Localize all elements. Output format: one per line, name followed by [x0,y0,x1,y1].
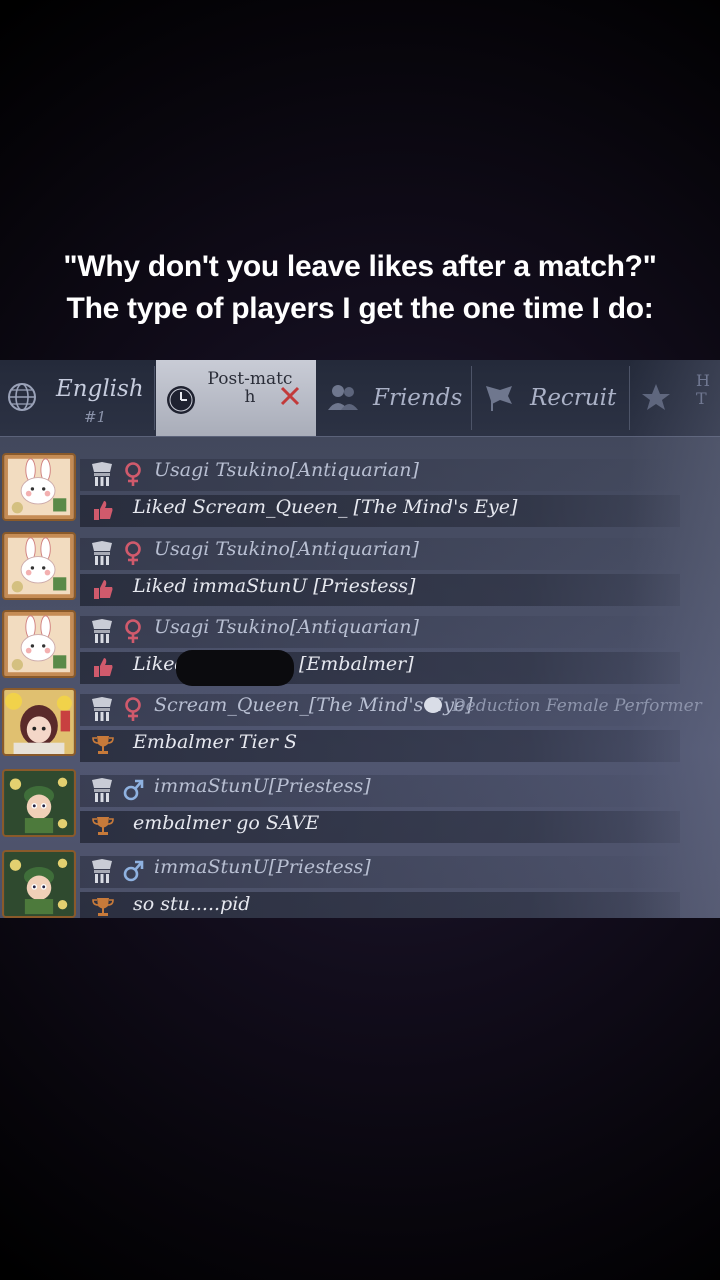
rank-badge-icon [92,859,112,883]
female-icon [125,619,141,643]
tab-english[interactable]: English #1 [0,360,155,436]
close-icon[interactable] [278,384,302,408]
thumbs-up-icon [94,580,113,599]
tab-friends[interactable]: Friends [316,360,472,436]
chat-tab-bar: English #1 Post-matc h Friends Recruit H… [0,360,720,437]
player-avatar-image [4,612,74,676]
trophy-icon [92,898,114,916]
message-text: Embalmer Tier S [133,731,297,753]
message-text: so stu.....pid [133,893,251,915]
female-icon [125,541,141,565]
message-text: Liked Scream_Queen_ [The Mind's Eye] [133,496,518,518]
player-avatar-image [4,534,74,598]
rank-badge-icon [92,541,112,565]
chat-message: Usagi Tsukino[Antiquarian] Liked [Embalmer… [0,604,720,686]
tab-divider [154,366,155,430]
tab-friends-label: Friends [373,385,463,411]
tab-recruit-label: Recruit [530,385,617,411]
tag-chip-icon [424,697,442,713]
trophy-icon [92,736,114,754]
thumbs-up-icon [94,501,113,520]
thumbs-up-icon [94,658,113,677]
rank-badge-icon [92,619,112,643]
player-avatar[interactable] [2,769,76,837]
rank-badge-icon [92,462,112,486]
game-chat-screenshot: English #1 Post-matc h Friends Recruit H… [0,360,720,918]
player-avatar-image [4,455,74,519]
tab-post-match[interactable]: Post-matc h [156,360,316,436]
player-avatar[interactable] [2,610,76,678]
flag-icon [486,386,512,411]
message-text-suffix: [Embalmer] [299,653,414,675]
chat-message: immaStunU[Priestess] embalmer go SAVE [0,763,720,843]
trophy-icon [92,817,114,835]
caption-line-1: "Why don't you leave likes after a match… [63,250,657,283]
player-name[interactable]: Usagi Tsukino[Antiquarian] [154,616,419,638]
globe-icon [8,383,36,411]
tab-team-label: H T [696,371,710,408]
redacted-name-overlay [176,650,294,686]
chat-message: immaStunU[Priestess] so stu.....pid [0,844,720,918]
tab-team[interactable]: H T [630,360,720,436]
tab-english-label: English [56,376,144,402]
message-text: Liked immaStunU [Priestess] [133,575,416,597]
team-icon [642,384,670,410]
player-name[interactable]: Usagi Tsukino[Antiquarian] [154,459,419,481]
player-avatar[interactable] [2,453,76,521]
player-avatar-image [4,771,74,835]
player-avatar[interactable] [2,688,76,756]
female-icon [125,462,141,486]
player-tag: Deduction Female Performer [424,696,702,720]
player-avatar[interactable] [2,850,76,918]
message-text: embalmer go SAVE [133,812,320,834]
player-avatar[interactable] [2,532,76,600]
clock-icon [167,386,195,414]
male-icon [123,779,144,801]
chat-message: Scream_Queen_[The Mind's Eye] Deduction F… [0,682,720,762]
tab-english-channel: #1 [84,408,107,426]
player-avatar-image [4,852,74,916]
caption-line-2: The type of players I get the one time I… [66,292,654,325]
chat-message: Usagi Tsukino[Antiquarian] Liked Scream_Q… [0,447,720,527]
chat-message: Usagi Tsukino[Antiquarian] Liked immaStun… [0,526,720,606]
tab-recruit[interactable]: Recruit [472,360,630,436]
video-caption: "Why don't you leave likes after a match… [0,246,720,330]
player-avatar-image [4,690,74,754]
rank-badge-icon [92,778,112,802]
player-name[interactable]: Usagi Tsukino[Antiquarian] [154,538,419,560]
friends-icon [328,385,358,410]
player-name[interactable]: immaStunU[Priestess] [154,856,371,878]
female-icon [125,697,141,721]
player-tag-text: Deduction Female Performer [452,696,702,716]
rank-badge-icon [92,697,112,721]
male-icon [123,860,144,882]
player-name[interactable]: immaStunU[Priestess] [154,775,371,797]
